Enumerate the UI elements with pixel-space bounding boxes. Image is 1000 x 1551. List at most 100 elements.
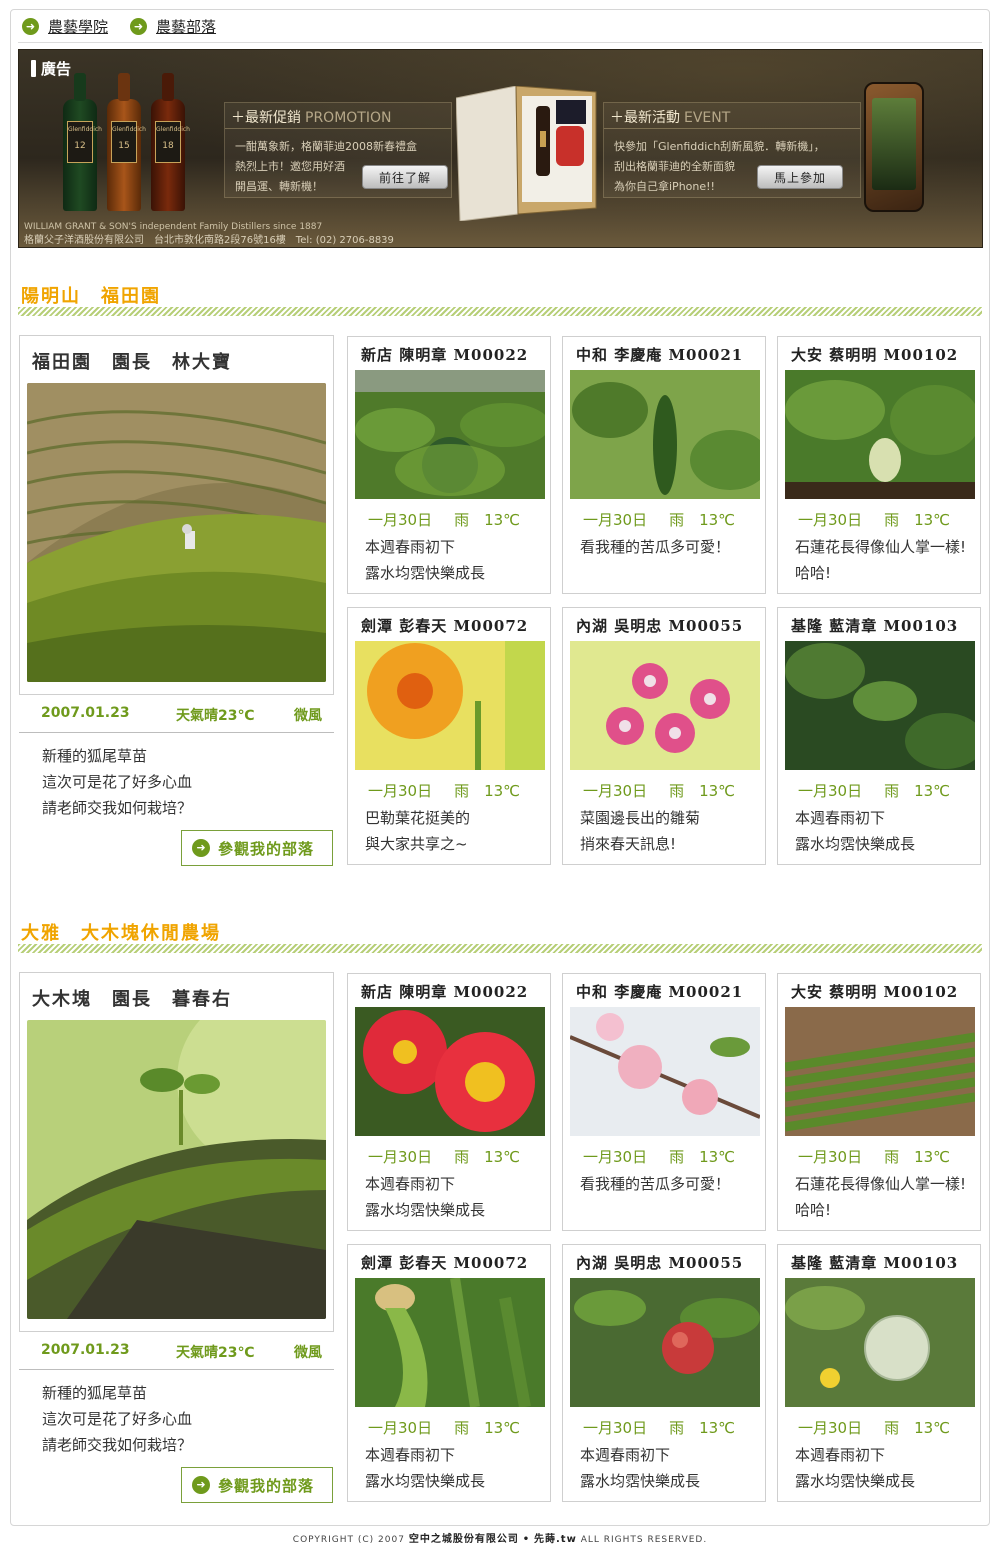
event-panel: ＋最新活動 EVENT 快參加「Glenfiddich刮新風貌．轉新機」， 刮出格…	[603, 102, 861, 198]
ad-banner[interactable]: 廣告 Glenfiddich 12 Glenfiddich 15 Glenfiddi…	[18, 49, 983, 248]
card-photo-apple	[570, 1278, 760, 1407]
promotion-title: ＋最新促銷 PROMOTION	[231, 110, 392, 126]
card-photo-melon	[785, 1278, 975, 1407]
feature-info-bar: 2007.01.23 天氣晴23℃ 微風	[19, 1334, 334, 1370]
card-photo-asparagus	[785, 1007, 975, 1136]
card-text: 石蓮花長得像仙人掌一樣! 哈哈!	[795, 538, 967, 582]
visit-my-tribe-label: 參觀我的部落	[218, 839, 315, 858]
promotion-panel: ＋最新促銷 PROMOTION 一酣萬象新，格蘭菲迪2008新春禮盒 熱烈上市！邀…	[224, 102, 452, 198]
card-meta: 一月30日雨 13℃	[798, 782, 951, 800]
member-card[interactable]: 劍潭 彭春天 M00072 一月30日雨 13℃ 巴勒葉花挺美的 與大家共享之~	[347, 607, 551, 865]
member-card[interactable]: 基隆 藍清章 M00103 一月30日雨 13℃ 本週春雨初下 露水均霑快樂成長	[777, 607, 981, 865]
card-title: 新店 陳明章 M00022	[361, 983, 529, 1001]
member-card[interactable]: 新店 陳明章 M00022 一月30日雨 13℃ 本週春雨初下 露水均霑快樂成長	[347, 973, 551, 1231]
feature-title: 大木塊 園長 暮春右	[32, 989, 232, 1010]
whisky-bottle-15: Glenfiddich 15	[107, 73, 146, 211]
member-card[interactable]: 內湖 吳明忠 M00055 一月30日雨 13℃ 本週春雨初下 露水均霑快樂成長	[562, 1244, 766, 1502]
card-title: 中和 李慶庵 M00021	[576, 983, 744, 1001]
member-card[interactable]: 中和 李慶庵 M00021 一月30日雨 13℃ 看我種的苦瓜多可愛！	[562, 973, 766, 1231]
card-photo-peach-blossom	[570, 1007, 760, 1136]
member-card[interactable]: 基隆 藍清章 M00103 一月30日雨 13℃ 本週春雨初下 露水均霑快樂成長	[777, 1244, 981, 1502]
card-photo-radish	[785, 370, 975, 499]
feature-description: 新種的狐尾草苗 這次可是花了好多心血 請老師交我如何栽培？	[42, 1384, 193, 1454]
card-meta: 一月30日雨 13℃	[368, 1419, 521, 1437]
card-meta: 一月30日雨 13℃	[798, 1419, 951, 1437]
card-meta: 一月30日雨 13℃	[368, 1148, 521, 1166]
card-meta: 一月30日雨 13℃	[368, 511, 521, 529]
card-meta: 一月30日雨 13℃	[368, 782, 521, 800]
top-nav: ➜ 農藝學院 ➜ 農藝部落	[22, 14, 238, 38]
feature-weather: 天氣晴23℃	[176, 1345, 255, 1361]
nav-link-label: 農藝學院	[48, 17, 109, 36]
card-text: 本週春雨初下 露水均霑快樂成長	[795, 1446, 916, 1490]
event-join-button[interactable]: 馬上參加	[757, 165, 843, 189]
card-title: 新店 陳明章 M00022	[361, 346, 529, 364]
nav-link-academy[interactable]: ➜ 農藝學院	[22, 16, 108, 37]
arrow-right-icon: ➜	[192, 839, 210, 857]
section-divider	[18, 944, 982, 953]
feature-date: 2007.01.23	[41, 1342, 130, 1358]
iphone-image	[864, 82, 924, 212]
member-card[interactable]: 新店 陳明章 M00022 一月30日雨 13℃ 本週春雨初下 露水均霑快樂成長	[347, 336, 551, 594]
section-divider	[18, 307, 982, 316]
card-text: 看我種的苦瓜多可愛！	[580, 1175, 731, 1193]
card-title: 基隆 藍清章 M00103	[791, 1254, 959, 1272]
card-photo-pink-daisies	[570, 641, 760, 770]
card-meta: 一月30日雨 13℃	[798, 511, 951, 529]
ad-label-bar	[31, 60, 36, 77]
card-text: 本週春雨初下 露水均霑快樂成長	[365, 1446, 486, 1490]
feature-photo-moss-sprout	[27, 1020, 326, 1319]
card-text: 本週春雨初下 露水均霑快樂成長	[580, 1446, 701, 1490]
arrow-right-icon: ➜	[192, 1476, 210, 1494]
whisky-bottle-12: Glenfiddich 12	[63, 73, 102, 211]
card-title: 大安 蔡明明 M00102	[791, 346, 959, 364]
feature-description: 新種的狐尾草苗 這次可是花了好多心血 請老師交我如何栽培？	[42, 747, 193, 817]
member-card[interactable]: 劍潭 彭春天 M00072 一月30日雨 13℃ 本週春雨初下 露水均霑快樂成長	[347, 1244, 551, 1502]
feature-info-bar: 2007.01.23 天氣晴23℃ 微風	[19, 697, 334, 733]
card-title: 大安 蔡明明 M00102	[791, 983, 959, 1001]
member-card[interactable]: 內湖 吳明忠 M00055 一月30日雨 13℃ 菜園邊長出的雛菊 捎來春天訊息!	[562, 607, 766, 865]
card-text: 本週春雨初下 露水均霑快樂成長	[795, 809, 916, 853]
feature-date: 2007.01.23	[41, 705, 130, 721]
feature-weather: 天氣晴23℃	[176, 708, 255, 724]
card-title: 劍潭 彭春天 M00072	[361, 1254, 529, 1272]
card-text: 菜園邊長出的雛菊 捎來春天訊息!	[580, 809, 701, 853]
feature-title: 福田園 園長 林大寶	[32, 352, 232, 373]
copyright-footer: COPYRIGHT (C) 2007 空中之城股份有限公司 • 先蒔.tw AL…	[292, 1534, 708, 1545]
card-meta: 一月30日雨 13℃	[798, 1148, 951, 1166]
member-card[interactable]: 大安 蔡明明 M00102 一月30日雨 13℃ 石蓮花長得像仙人掌一樣! 哈哈…	[777, 336, 981, 594]
nav-link-label: 農藝部落	[156, 17, 217, 36]
card-photo-orange-gerbera	[355, 641, 545, 770]
promotion-learn-more-button[interactable]: 前往了解	[362, 165, 448, 189]
card-text: 本週春雨初下 露水均霑快樂成長	[365, 1175, 486, 1219]
ad-label: 廣告	[31, 58, 71, 79]
card-photo-cabbage	[355, 370, 545, 499]
card-title: 劍潭 彭春天 M00072	[361, 617, 529, 635]
visit-my-tribe-button[interactable]: ➜ 參觀我的部落	[181, 1467, 333, 1503]
visit-my-tribe-label: 參觀我的部落	[218, 1476, 315, 1495]
event-title: ＋最新活動 EVENT	[610, 110, 731, 126]
card-photo-red-flowers	[355, 1007, 545, 1136]
member-card[interactable]: 大安 蔡明明 M00102 一月30日雨 13℃ 石蓮花長得像仙人掌一樣! 哈哈…	[777, 973, 981, 1231]
card-meta: 一月30日雨 13℃	[583, 511, 736, 529]
feature-wind: 微風	[294, 708, 322, 724]
feature-card: 大木塊 園長 暮春右	[19, 972, 334, 1332]
card-title: 基隆 藍清章 M00103	[791, 617, 959, 635]
card-photo-bitter-melon	[570, 370, 760, 499]
member-card[interactable]: 中和 李慶庵 M00021 一月30日雨 13℃ 看我種的苦瓜多可愛！	[562, 336, 766, 594]
arrow-right-icon: ➜	[22, 17, 39, 35]
arrow-right-icon: ➜	[130, 17, 148, 35]
card-title: 內湖 吳明忠 M00055	[576, 617, 744, 635]
card-title: 中和 李慶庵 M00021	[576, 346, 744, 364]
card-meta: 一月30日雨 13℃	[583, 1148, 736, 1166]
card-text: 石蓮花長得像仙人掌一樣! 哈哈!	[795, 1175, 967, 1219]
whisky-bottle-18: Glenfiddich 18	[151, 73, 190, 211]
visit-my-tribe-button[interactable]: ➜ 參觀我的部落	[181, 830, 333, 866]
card-meta: 一月30日雨 13℃	[583, 782, 736, 800]
feature-photo-rice-field	[27, 383, 326, 682]
card-text: 巴勒葉花挺美的 與大家共享之~	[365, 809, 471, 853]
nav-divider	[18, 42, 982, 43]
nav-link-tribe[interactable]: ➜ 農藝部落	[130, 16, 216, 37]
gift-box-image	[456, 86, 597, 221]
feature-wind: 微風	[294, 1345, 322, 1361]
